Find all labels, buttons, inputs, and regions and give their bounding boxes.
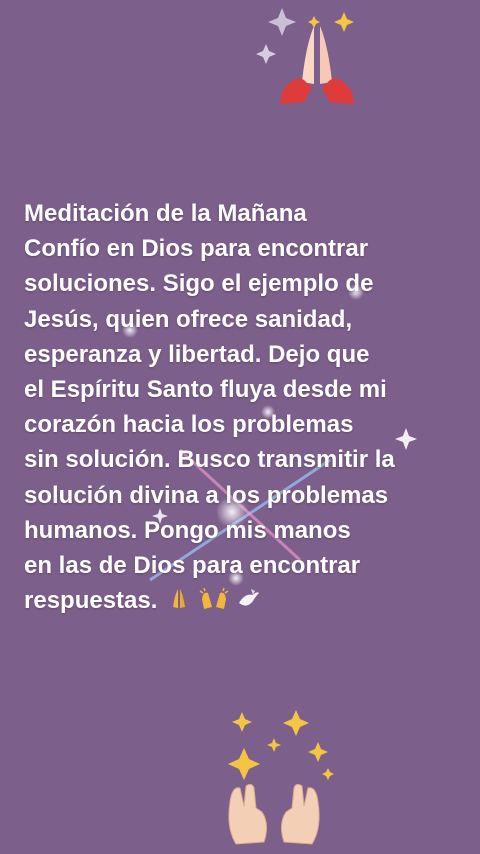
praying-hands-icon [173, 589, 186, 609]
meditation-text: Meditación de la Mañana Confío en Dios p… [24, 196, 464, 618]
meditation-line: solución divina a los problemas [24, 481, 389, 509]
meditation-title: Meditación de la Mañana [24, 200, 307, 227]
meditation-line-last: respuestas. [24, 583, 464, 618]
meditation-line: soluciones. Sigo el ejemplo de [24, 270, 374, 298]
open-hands-icon [228, 783, 320, 845]
meditation-line: el Espíritu Santo fluya desde mi [24, 376, 387, 404]
meditation-line: sin solución. Busco transmitir la [24, 446, 395, 474]
meditation-line: respuestas. [24, 587, 158, 615]
praying-hands-icon [280, 26, 354, 104]
dove-icon [239, 589, 260, 606]
meditation-line: corazón hacia los problemas [24, 411, 354, 439]
meditation-line: Confío en Dios para encontrar [24, 235, 369, 263]
meditation-line: esperanza y libertad. Dejo que [24, 340, 370, 368]
meditation-line: Jesús, quien ofrece sanidad, [24, 305, 353, 333]
meditation-line: en las de Dios para encontrar [24, 552, 361, 580]
raised-hands-icon [199, 587, 229, 610]
meditation-line: humanos. Pongo mis manos [24, 516, 351, 544]
